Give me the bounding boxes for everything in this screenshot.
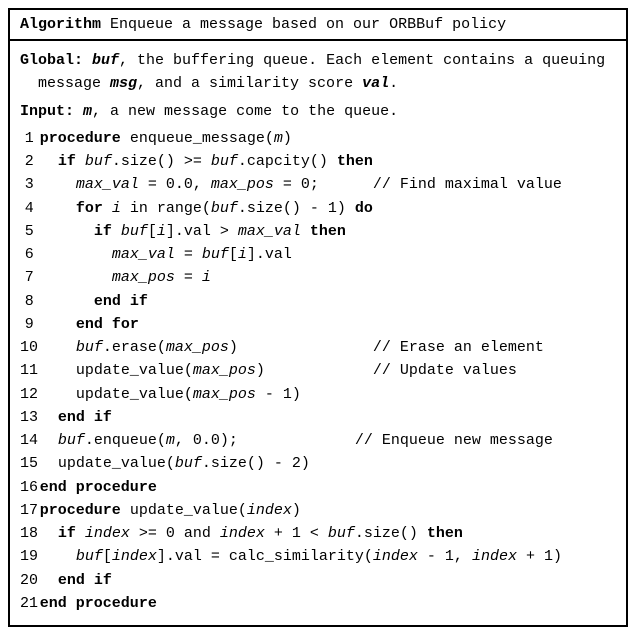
line-number: 19: [20, 545, 40, 568]
global-var-msg: msg: [110, 75, 137, 92]
code-line: procedure enqueue_message(m): [40, 127, 616, 150]
input-var-m: m: [83, 103, 92, 120]
code-line: max_pos = i: [40, 266, 616, 289]
code-line: if index >= 0 and index + 1 < buf.size()…: [40, 522, 616, 545]
code-line: update_value(max_pos) // Update values: [40, 359, 616, 382]
code-line: if buf.size() >= buf.capcity() then: [40, 150, 616, 173]
code-line: end if: [40, 290, 616, 313]
line-number: 3: [20, 173, 40, 196]
code-line: end for: [40, 313, 616, 336]
global-label: Global:: [20, 52, 83, 69]
line-number: 20: [20, 569, 40, 592]
global-line: Global: buf, the buffering queue. Each e…: [20, 49, 616, 96]
code-line: procedure update_value(index): [40, 499, 616, 522]
algorithm-body: Global: buf, the buffering queue. Each e…: [10, 41, 626, 625]
global-var-val: val: [362, 75, 389, 92]
line-number: 17: [20, 499, 40, 522]
input-line: Input: m, a new message come to the queu…: [20, 100, 616, 123]
line-number: 18: [20, 522, 40, 545]
line-number: 2: [20, 150, 40, 173]
code-line: if buf[i].val > max_val then: [40, 220, 616, 243]
global-var-buf: buf: [92, 52, 119, 69]
code-line: max_val = buf[i].val: [40, 243, 616, 266]
title-label: Algorithm: [20, 16, 101, 33]
line-number: 12: [20, 383, 40, 406]
line-number: 15: [20, 452, 40, 475]
line-number: 5: [20, 220, 40, 243]
line-number: 13: [20, 406, 40, 429]
code-line: update_value(buf.size() - 2): [40, 452, 616, 475]
line-number: 9: [20, 313, 40, 336]
code-line: end procedure: [40, 476, 616, 499]
code-line: max_val = 0.0, max_pos = 0; // Find maxi…: [40, 173, 616, 196]
code-line: buf[index].val = calc_similarity(index -…: [40, 545, 616, 568]
line-number: 16: [20, 476, 40, 499]
algorithm-box: Algorithm Enqueue a message based on our…: [8, 8, 628, 627]
line-number: 4: [20, 197, 40, 220]
line-number: 6: [20, 243, 40, 266]
code-line: for i in range(buf.size() - 1) do: [40, 197, 616, 220]
code-line: buf.erase(max_pos) // Erase an element: [40, 336, 616, 359]
line-number: 21: [20, 592, 40, 615]
code-line: update_value(max_pos - 1): [40, 383, 616, 406]
line-number: 11: [20, 359, 40, 382]
algorithm-title: Algorithm Enqueue a message based on our…: [10, 10, 626, 41]
line-number: 14: [20, 429, 40, 452]
code-line: buf.enqueue(m, 0.0); // Enqueue new mess…: [40, 429, 616, 452]
code-line: end if: [40, 569, 616, 592]
line-number: 7: [20, 266, 40, 289]
line-number: 1: [20, 127, 40, 150]
code-line: end procedure: [40, 592, 616, 615]
line-number: 10: [20, 336, 40, 359]
line-number: 8: [20, 290, 40, 313]
input-label: Input:: [20, 103, 74, 120]
title-text: Enqueue a message based on our ORBBuf po…: [101, 16, 506, 33]
code-line: end if: [40, 406, 616, 429]
code-listing: 1procedure enqueue_message(m)2 if buf.si…: [20, 127, 616, 615]
